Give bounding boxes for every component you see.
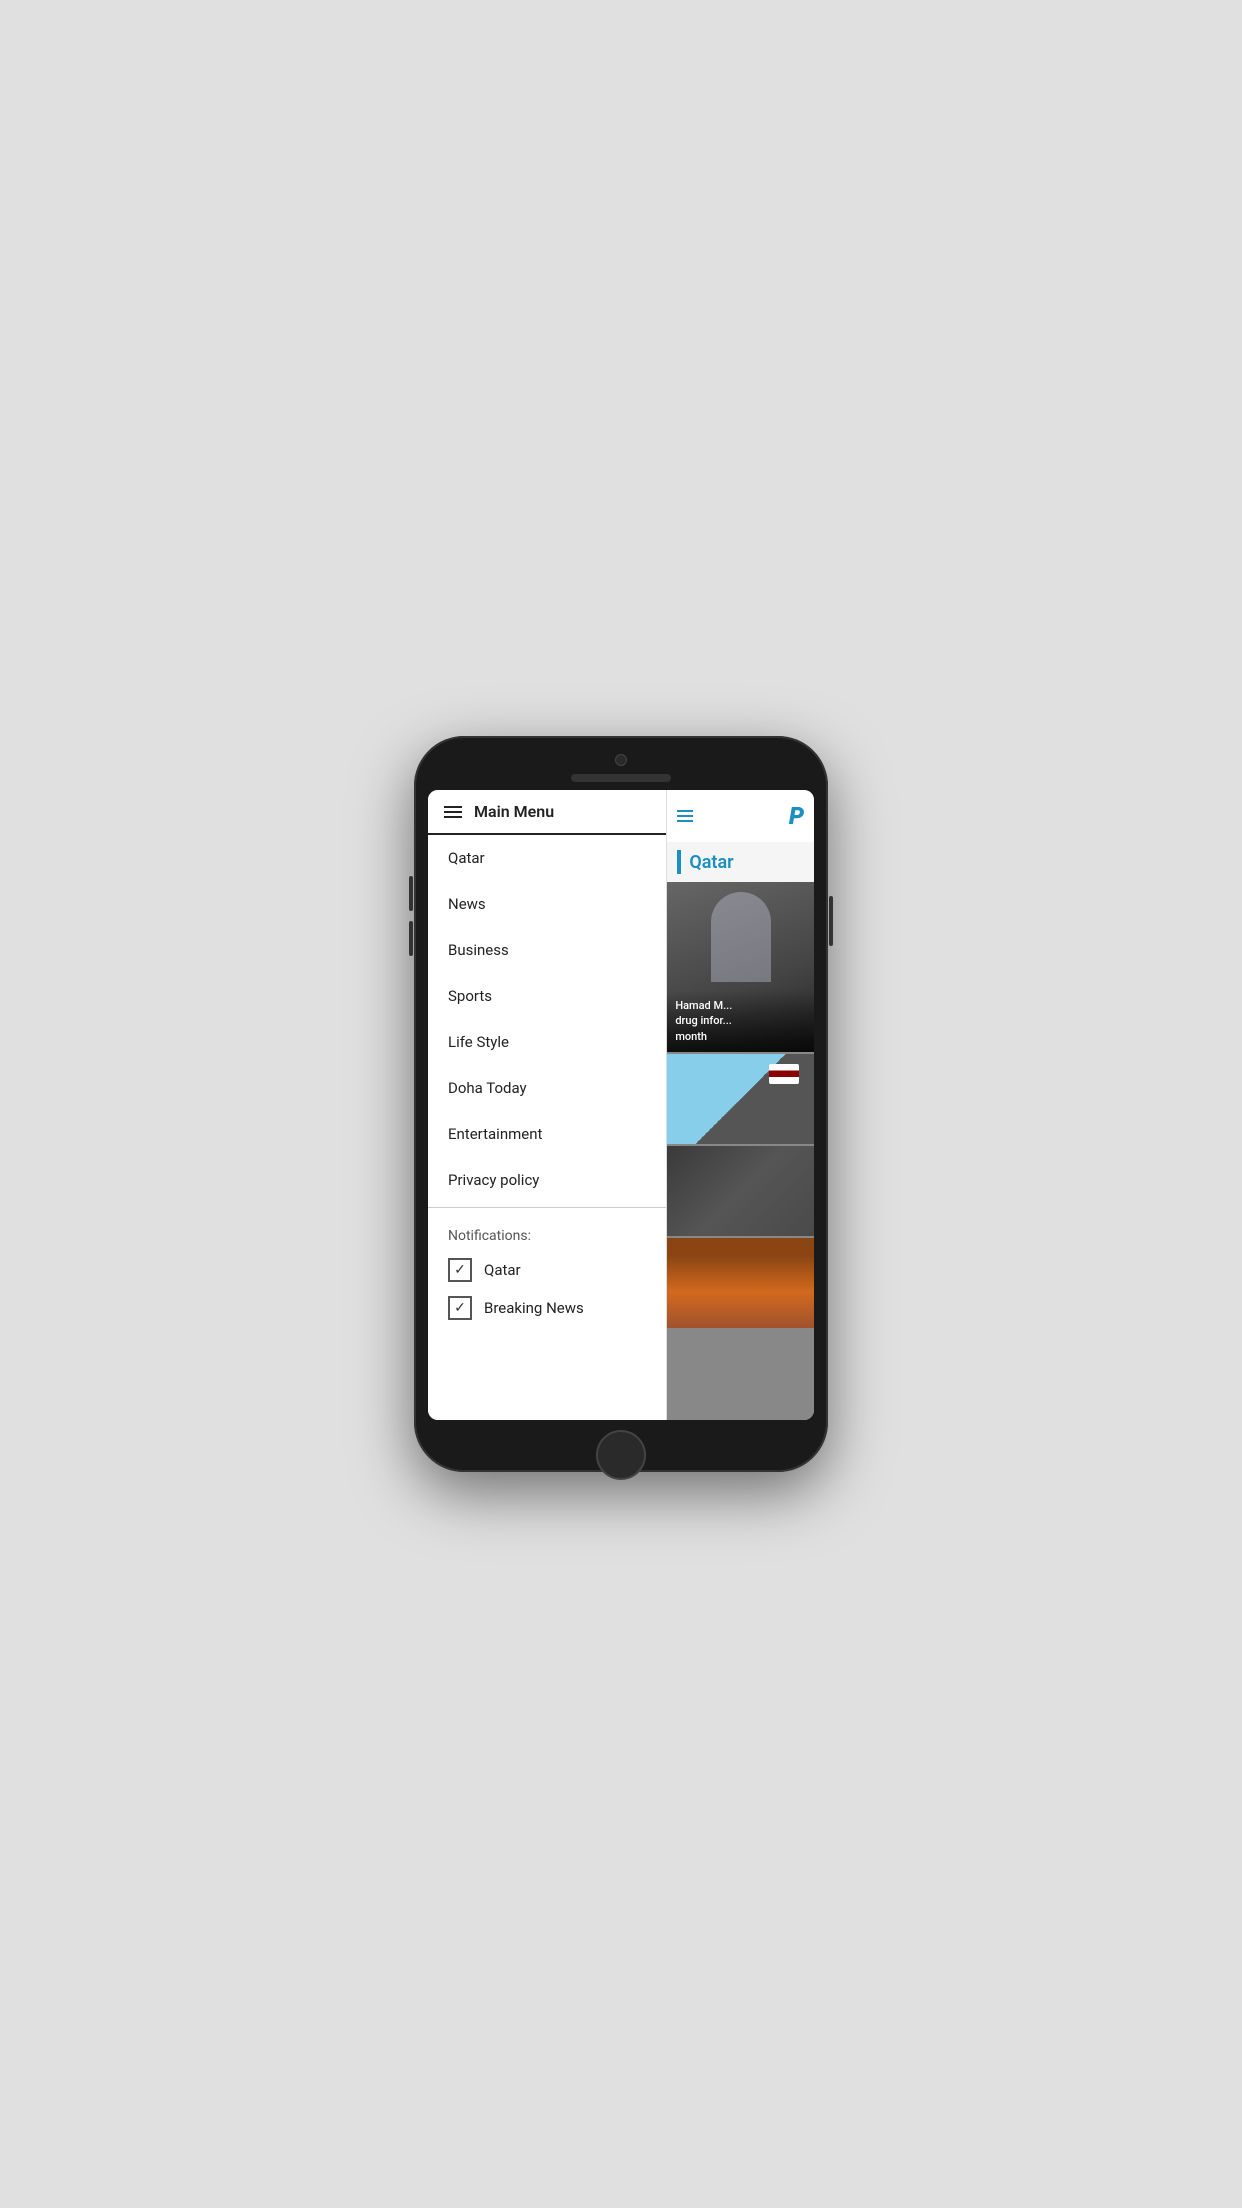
news-image-flag[interactable]: [667, 1054, 814, 1144]
notification-qatar-label: Qatar: [484, 1261, 521, 1279]
menu-item-business[interactable]: Business: [428, 927, 666, 973]
menu-item-sports[interactable]: Sports: [428, 973, 666, 1019]
hamburger-icon[interactable]: [444, 806, 462, 818]
content-body: Qatar Hamad M...drug infor...month: [667, 842, 814, 1420]
phone-screen: Main Menu Qatar News Business Sports Lif…: [428, 790, 814, 1420]
menu-item-doha-today[interactable]: Doha Today: [428, 1065, 666, 1111]
content-hamburger-icon[interactable]: [677, 810, 693, 822]
menu-items-list: Qatar News Business Sports Life Style Do…: [428, 835, 666, 1420]
menu-panel: Main Menu Qatar News Business Sports Lif…: [428, 790, 667, 1420]
content-logo: P: [789, 802, 804, 830]
home-button[interactable]: [596, 1430, 646, 1480]
notifications-title: Notifications:: [448, 1228, 646, 1244]
menu-divider: [428, 1207, 666, 1208]
menu-item-entertainment[interactable]: Entertainment: [428, 1111, 666, 1157]
news-image-large[interactable]: Hamad M...drug infor...month: [667, 882, 814, 1052]
notification-breaking-news-label: Breaking News: [484, 1299, 584, 1317]
menu-title: Main Menu: [474, 802, 554, 821]
power-button[interactable]: [829, 896, 833, 946]
news-overlay: Hamad M...drug infor...month: [667, 990, 814, 1052]
speaker: [571, 774, 671, 782]
notifications-section: Notifications: ✓ Qatar ✓ Breaking News: [428, 1212, 666, 1350]
content-header: P: [667, 790, 814, 842]
flag-image: [667, 1054, 814, 1144]
menu-item-lifestyle[interactable]: Life Style: [428, 1019, 666, 1065]
dark-image: [667, 1146, 814, 1236]
menu-item-qatar[interactable]: Qatar: [428, 835, 666, 881]
news-image-dark[interactable]: [667, 1146, 814, 1236]
notification-breaking-news[interactable]: ✓ Breaking News: [448, 1296, 646, 1320]
content-panel: P Qatar Hamad M...drug infor...month: [667, 790, 814, 1420]
news-headline: Hamad M...drug infor...month: [675, 998, 806, 1044]
notification-qatar[interactable]: ✓ Qatar: [448, 1258, 646, 1282]
person-silhouette: [711, 892, 771, 982]
phone-frame: Main Menu Qatar News Business Sports Lif…: [414, 736, 828, 1472]
menu-item-privacy-policy[interactable]: Privacy policy: [428, 1157, 666, 1203]
front-camera: [615, 754, 627, 766]
checkbox-breaking-news[interactable]: ✓: [448, 1296, 472, 1320]
section-header: Qatar: [667, 842, 814, 882]
meeting-image: [667, 1238, 814, 1328]
checkbox-qatar[interactable]: ✓: [448, 1258, 472, 1282]
news-images-list: Hamad M...drug infor...month: [667, 882, 814, 1420]
news-image-meeting[interactable]: [667, 1238, 814, 1328]
section-bar: [677, 850, 681, 874]
menu-item-news[interactable]: News: [428, 881, 666, 927]
vol-up-button[interactable]: [409, 876, 413, 911]
menu-header: Main Menu: [428, 790, 666, 835]
section-label: Qatar: [689, 852, 733, 873]
vol-down-button[interactable]: [409, 921, 413, 956]
